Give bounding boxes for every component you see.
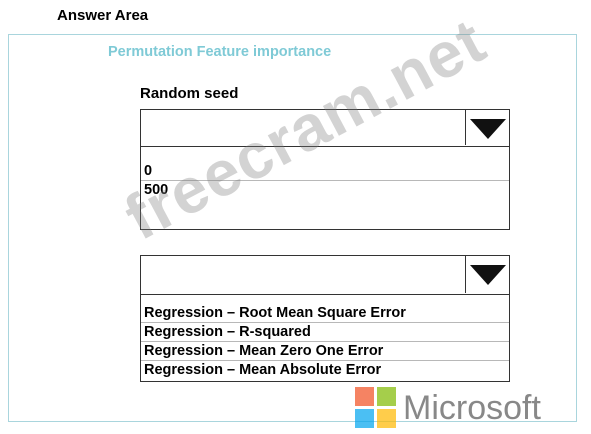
metric-option[interactable]: Regression – Mean Zero One Error — [141, 342, 509, 361]
metric-option[interactable]: Regression – R-squared — [141, 323, 509, 342]
microsoft-logo: Microsoft — [355, 387, 541, 428]
metric-select[interactable] — [141, 256, 509, 295]
metric-dropdown[interactable]: Regression – Root Mean Square Error Regr… — [140, 255, 510, 382]
logo-square-red — [355, 387, 374, 406]
random-seed-option[interactable]: 0 — [141, 162, 509, 181]
random-seed-option[interactable]: 500 — [141, 181, 509, 199]
answer-area-title: Answer Area — [57, 7, 149, 24]
chevron-down-icon — [470, 265, 506, 285]
metric-option[interactable]: Regression – Mean Absolute Error — [141, 361, 509, 379]
random-seed-dropdown-button[interactable] — [465, 110, 509, 145]
metric-dropdown-button[interactable] — [465, 256, 509, 293]
random-seed-options: 0 500 — [141, 147, 509, 199]
random-seed-dropdown[interactable]: 0 500 — [140, 109, 510, 230]
metric-option[interactable]: Regression – Root Mean Square Error — [141, 304, 509, 323]
logo-square-green — [377, 387, 396, 406]
logo-square-blue — [355, 409, 374, 428]
logo-square-yellow — [377, 409, 396, 428]
random-seed-label: Random seed — [140, 85, 239, 102]
metric-options: Regression – Root Mean Square Error Regr… — [141, 295, 509, 379]
microsoft-logo-text: Microsoft — [403, 388, 541, 427]
random-seed-select[interactable] — [141, 110, 509, 147]
panel-heading: Permutation Feature importance — [108, 44, 332, 60]
microsoft-logo-icon — [355, 387, 396, 428]
chevron-down-icon — [470, 119, 506, 139]
